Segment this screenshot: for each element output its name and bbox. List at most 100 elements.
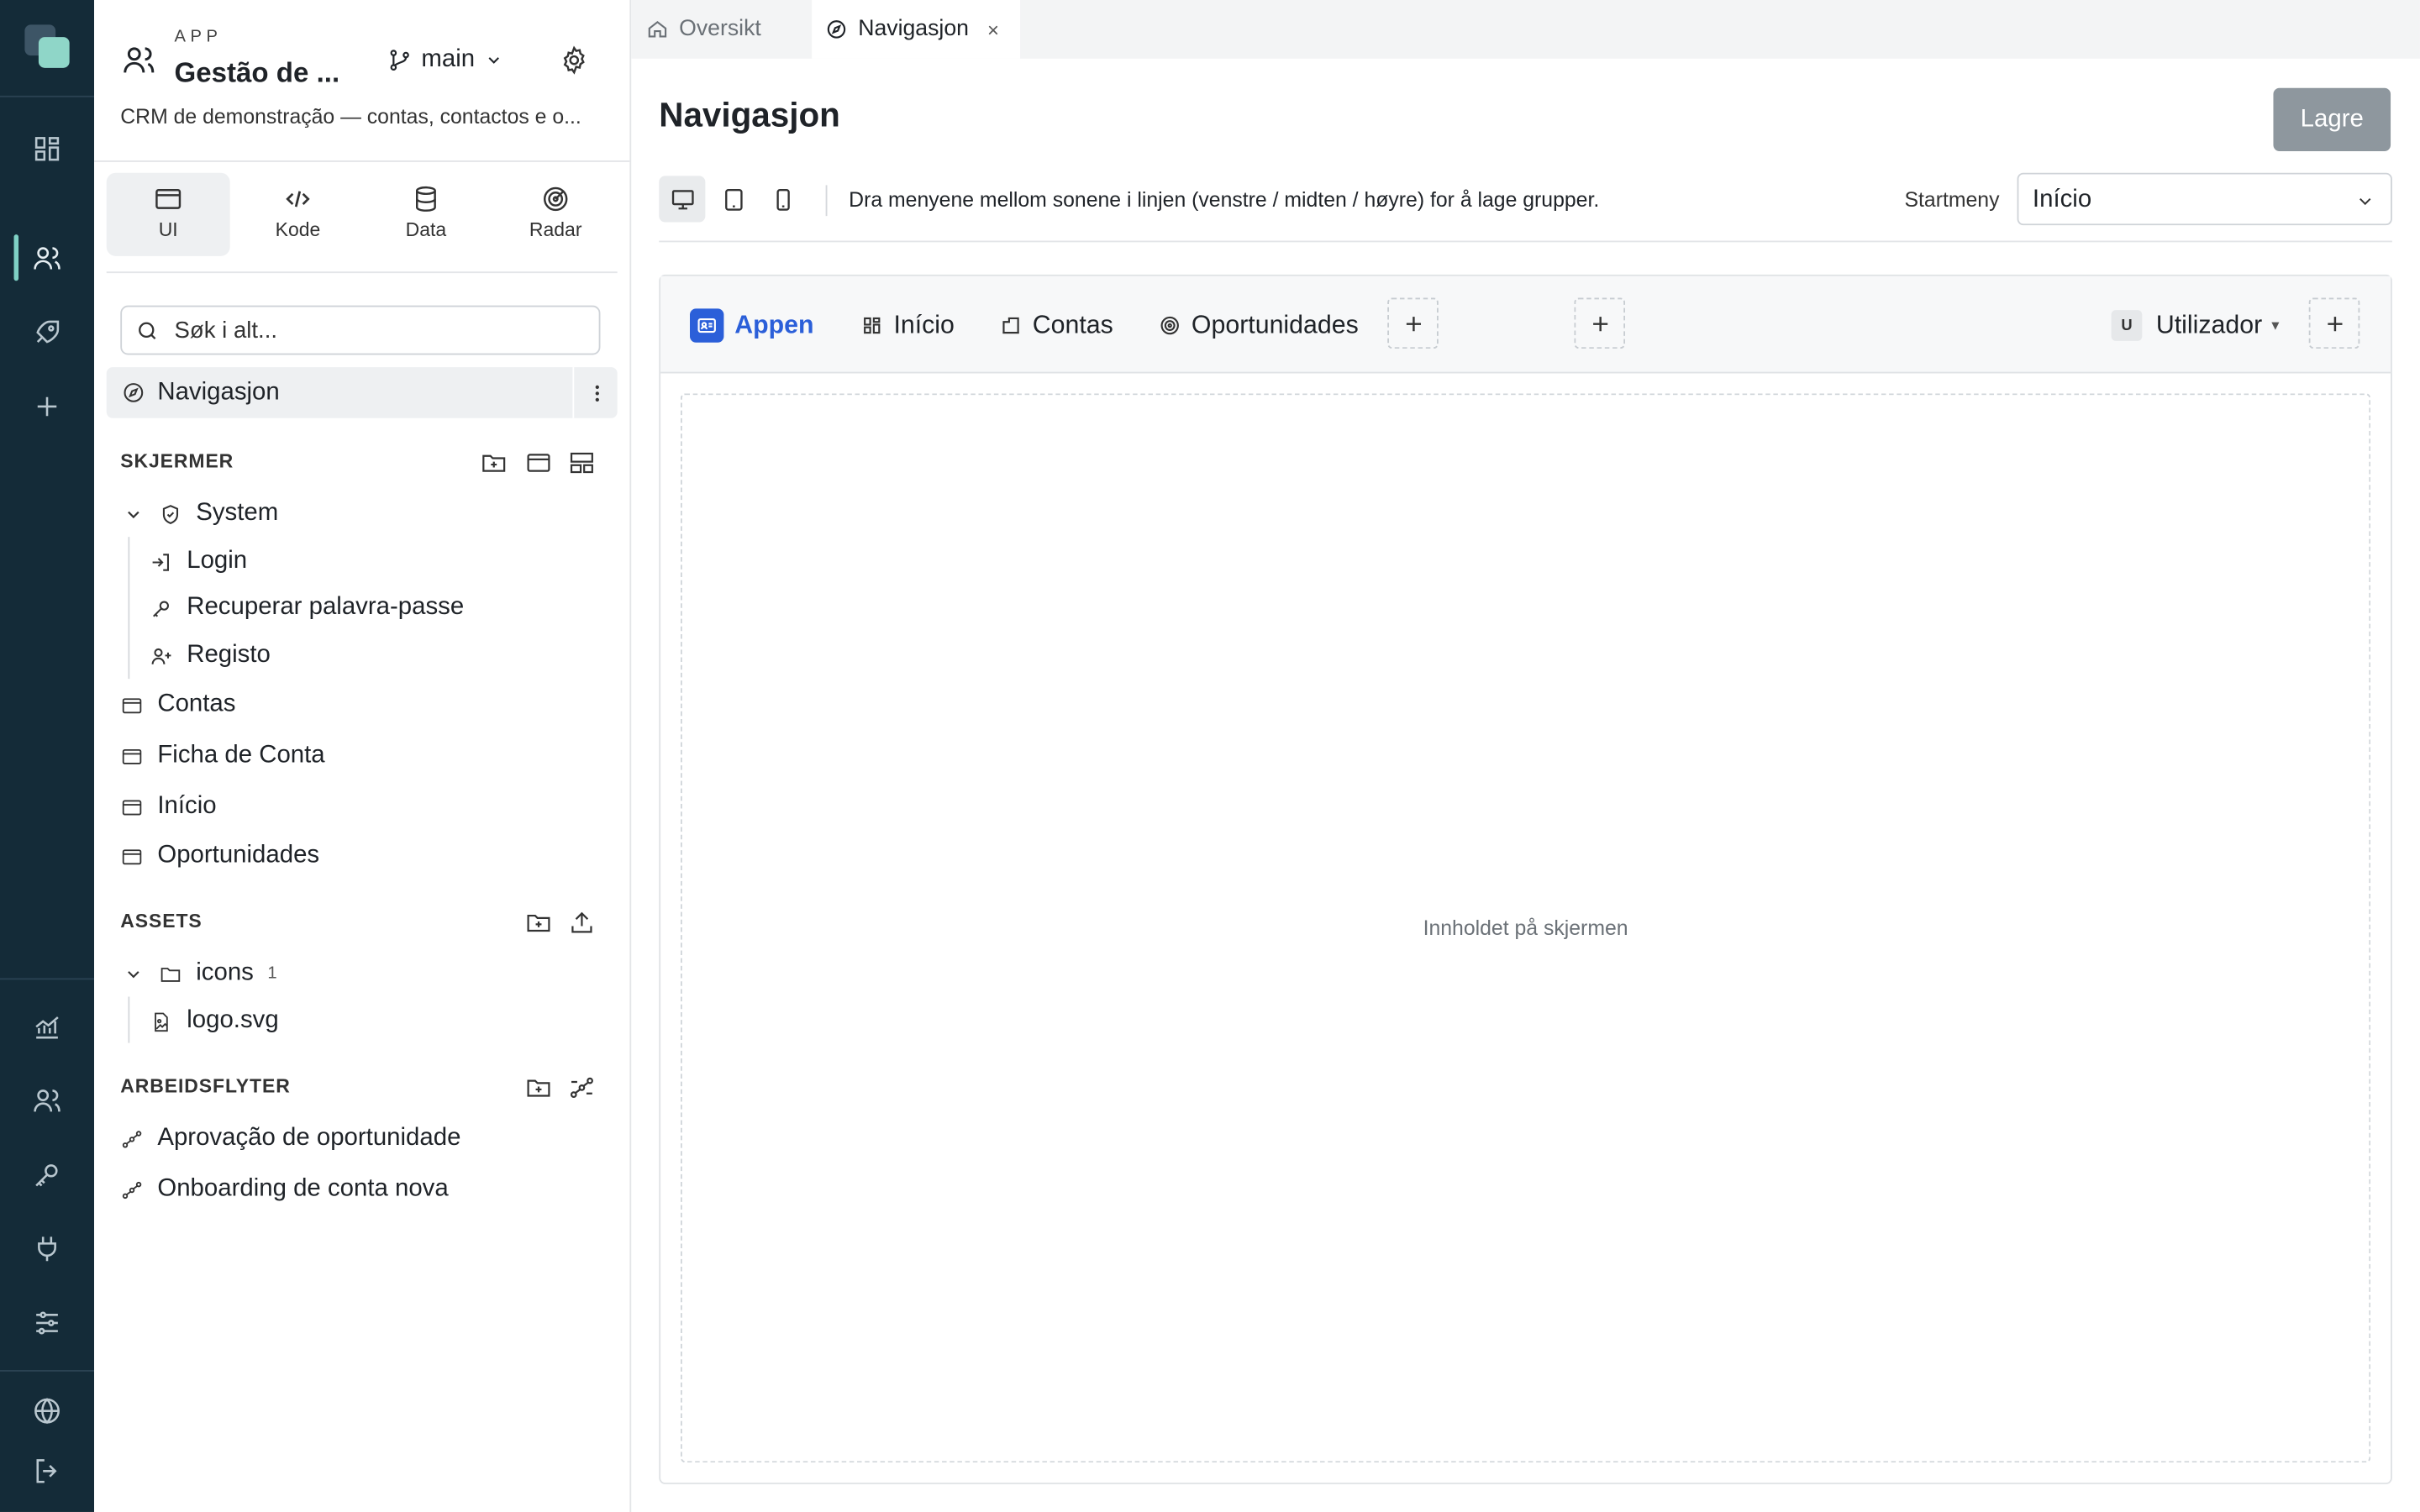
workflow-icon[interactable] (568, 1074, 596, 1101)
start-menu-select[interactable]: Início (2017, 172, 2392, 226)
window-icon (155, 188, 182, 209)
new-screen-icon[interactable] (524, 449, 552, 476)
tree-item-register[interactable]: Registo (150, 638, 271, 675)
tree-item-login[interactable]: Login (150, 543, 247, 580)
device-phone-button[interactable] (760, 176, 806, 222)
sliders-icon[interactable] (31, 1307, 64, 1340)
screen-icon (122, 748, 142, 764)
tree-item-inicio[interactable]: Início (120, 789, 217, 826)
brand-label: Appen (734, 311, 814, 339)
plus-icon[interactable] (31, 391, 64, 423)
tree-item-workflow-onboarding[interactable]: Onboarding de conta nova (120, 1171, 449, 1208)
team-icon[interactable] (31, 1084, 64, 1117)
logout-icon[interactable] (31, 1455, 64, 1488)
add-menu-center-button[interactable] (1574, 297, 1626, 349)
tree-folder-icons[interactable]: icons 1 (124, 955, 277, 992)
preview-menubar: Appen Início Contas Oportunidades U Util… (660, 276, 2391, 374)
more-options-button[interactable] (572, 367, 618, 418)
database-icon (415, 186, 436, 212)
mode-tabs: UI Kode Data Radar (106, 172, 618, 274)
navigation-item-label: Navigasjon (157, 379, 280, 407)
new-folder-icon[interactable] (524, 1074, 552, 1101)
mode-tab-data[interactable]: Data (364, 173, 487, 256)
preview-brand[interactable]: Appen (690, 307, 814, 344)
mode-tab-ui[interactable]: UI (106, 172, 230, 256)
users-icon (124, 47, 155, 73)
start-menu-value: Início (2032, 186, 2092, 213)
device-tablet-button[interactable] (710, 176, 756, 222)
mode-tab-radar[interactable]: Radar (494, 173, 618, 256)
mode-label: Data (405, 218, 447, 241)
tree-item-oportunidades[interactable]: Oportunidades (120, 837, 319, 874)
key-icon (153, 600, 170, 617)
workflow-icon (122, 1130, 142, 1147)
tab-oversikt[interactable]: Oversikt (647, 0, 811, 59)
screen-icon (122, 848, 142, 864)
plus-icon (2327, 316, 2342, 331)
logo-icon[interactable] (24, 22, 73, 71)
app-kicker: APP (174, 28, 223, 47)
rocket-icon[interactable] (31, 317, 64, 349)
chevron-down-icon (128, 510, 139, 518)
analytics-icon[interactable] (31, 1011, 64, 1043)
tab-label: Navigasjon (858, 17, 969, 42)
preview-menu-item-oportunidades[interactable]: Oportunidades (1159, 307, 1359, 344)
menu-item-label: Contas (1032, 311, 1113, 339)
tree-item-recover-password[interactable]: Recuperar palavra-passe (150, 590, 464, 627)
new-folder-icon[interactable] (480, 449, 508, 476)
home-icon (648, 20, 667, 38)
user-plus-icon (151, 647, 171, 664)
content-placeholder: Innholdet på skjermen (1423, 916, 1628, 940)
app-badge-icon (690, 308, 724, 343)
compass-icon (124, 383, 144, 402)
tree-label: Oportunidades (157, 842, 320, 869)
add-menu-left-button[interactable] (1387, 297, 1439, 349)
add-menu-right-button[interactable] (2308, 297, 2360, 349)
tab-label: Oversikt (679, 17, 761, 42)
explorer-panel: APP Gestão de ... main CRM de demonstraç… (94, 0, 632, 1512)
section-title-workflows: ARBEIDSFLYTER (120, 1075, 291, 1097)
tree-item-contas[interactable]: Contas (120, 686, 235, 723)
gear-icon[interactable] (559, 45, 590, 76)
users-icon[interactable] (31, 242, 64, 275)
close-tab-button[interactable]: × (987, 18, 999, 41)
tree-item-ficha-de-conta[interactable]: Ficha de Conta (120, 738, 325, 774)
new-folder-icon[interactable] (524, 909, 552, 937)
device-desktop-button[interactable] (659, 176, 706, 223)
key-icon[interactable] (31, 1158, 64, 1191)
tab-navigasjon[interactable]: Navigasjon × (812, 0, 1021, 59)
tree-label: Login (187, 548, 248, 575)
editor-tab-bar: Oversikt Navigasjon × (631, 0, 2420, 59)
plus-icon (1592, 316, 1607, 331)
app-root: APP Gestão de ... main CRM de demonstraç… (0, 0, 2420, 1512)
tree-item-logo-svg[interactable]: logo.svg (150, 1003, 279, 1040)
plug-icon[interactable] (31, 1233, 64, 1266)
dashboard-icon[interactable] (31, 133, 64, 165)
tree-item-workflow-aprovacao[interactable]: Aprovação de oportunidade (120, 1120, 460, 1157)
start-menu-label: Startmeny (1904, 188, 2000, 212)
phone-icon (776, 188, 789, 210)
tree-folder-system[interactable]: System (124, 496, 278, 533)
app-header: APP Gestão de ... main CRM de demonstraç… (94, 0, 630, 162)
app-name[interactable]: Gestão de ... (175, 57, 340, 90)
layout-template-icon[interactable] (568, 449, 596, 476)
preview-menu-item-contas[interactable]: Contas (1000, 307, 1113, 344)
rail-divider (0, 1369, 95, 1372)
folder-count: 1 (267, 963, 277, 983)
search-box (120, 305, 601, 355)
chevron-down-icon (487, 57, 499, 64)
tree-label: System (196, 500, 279, 527)
git-branch-icon (390, 50, 409, 71)
chevron-down-icon (2360, 198, 2371, 206)
branch-selector[interactable]: main (387, 43, 502, 76)
preview-user-menu[interactable]: U Utilizador ▾ (2111, 307, 2279, 344)
app-description: CRM de demonstração — contas, contactos … (120, 104, 581, 129)
globe-icon[interactable] (31, 1394, 64, 1427)
navigation-item[interactable]: Navigasjon (106, 367, 618, 418)
search-input[interactable] (171, 315, 579, 345)
save-button[interactable]: Lagre (2273, 87, 2391, 151)
mode-tab-kode[interactable]: Kode (236, 173, 360, 256)
upload-icon[interactable] (568, 909, 596, 937)
preview-menu-item-inicio[interactable]: Início (861, 307, 955, 344)
tree-label: icons (196, 959, 254, 986)
